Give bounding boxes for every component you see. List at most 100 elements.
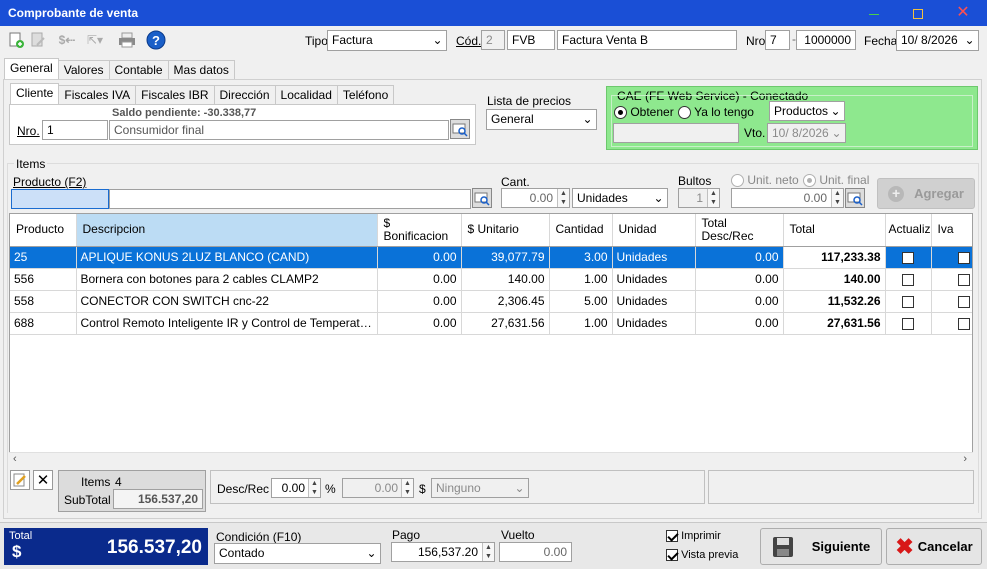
precio-input[interactable]: 0.00 ▲ ▼: [731, 188, 844, 208]
delete-row-button[interactable]: ✕: [33, 470, 53, 490]
pago-input[interactable]: 156,537.20 ▲ ▼: [391, 542, 495, 562]
cell-descripcion[interactable]: Bornera con botones para 2 cables CLAMP2: [76, 268, 378, 291]
col-producto[interactable]: Producto: [10, 214, 77, 247]
imprimir-checkbox[interactable]: Imprimir: [666, 530, 721, 543]
cell-total[interactable]: 27,631.56: [783, 312, 886, 335]
cell-unitario[interactable]: 140.00: [461, 268, 550, 291]
unit-final-radio-button[interactable]: [803, 174, 816, 188]
currency-button[interactable]: $⇠: [55, 30, 79, 50]
cell-desc-rec[interactable]: 0.00: [695, 268, 784, 291]
cell-producto[interactable]: 556: [10, 268, 77, 291]
cell-unidad[interactable]: Unidades: [612, 290, 696, 313]
tab-fiscales-ibr[interactable]: Fiscales IBR: [135, 85, 215, 104]
scroll-left-icon[interactable]: ‹: [13, 453, 17, 465]
producto-search-button[interactable]: [472, 188, 492, 208]
bultos-input[interactable]: 1 ▲ ▼: [678, 188, 720, 208]
cell-iva[interactable]: [931, 268, 972, 291]
table-row[interactable]: 558 CONECTOR CON SWITCH cnc-22 0.00 2,30…: [10, 290, 972, 313]
desc-rec-type-select[interactable]: Ninguno ⌄: [431, 478, 529, 498]
cell-unidad[interactable]: Unidades: [612, 246, 696, 269]
cell-unitario[interactable]: 2,306.45: [461, 290, 550, 313]
cell-actualiz[interactable]: [885, 312, 932, 335]
spinner-icon[interactable]: ▲ ▼: [831, 189, 843, 207]
nro-number-field[interactable]: 1000000: [796, 30, 856, 50]
vista-previa-checkbox[interactable]: Vista previa: [666, 549, 738, 562]
tab-fiscales-iva[interactable]: Fiscales IVA: [58, 85, 137, 104]
cell-unidad[interactable]: Unidades: [612, 268, 696, 291]
actualiz-checkbox[interactable]: [902, 273, 914, 286]
yalotengo-radio[interactable]: Ya lo tengo: [678, 105, 754, 120]
cell-cantidad[interactable]: 3.00: [549, 246, 613, 269]
cell-descripcion[interactable]: APLIQUE KONUS 2LUZ BLANCO (CAND): [76, 246, 378, 269]
cell-desc-rec[interactable]: 0.00: [695, 312, 784, 335]
edit-row-button[interactable]: [10, 470, 30, 490]
horizontal-scrollbar[interactable]: ‹ ›: [9, 452, 973, 467]
fecha-picker[interactable]: 10/ 8/2026 ⌄: [896, 30, 979, 51]
cod-number-field[interactable]: 2: [481, 30, 505, 50]
cell-iva[interactable]: [931, 290, 972, 313]
col-descripcion[interactable]: Descripcion: [76, 214, 378, 247]
col-total-desc-rec[interactable]: Total Desc/Rec: [695, 214, 784, 247]
print-button[interactable]: [117, 30, 137, 50]
cell-cantidad[interactable]: 5.00: [549, 290, 613, 313]
cell-desc-rec[interactable]: 0.00: [695, 290, 784, 313]
actualiz-checkbox[interactable]: [902, 317, 914, 330]
col-unidad[interactable]: Unidad: [612, 214, 696, 247]
cell-producto[interactable]: 558: [10, 290, 77, 313]
tab-cliente[interactable]: Cliente: [10, 83, 60, 104]
table-row[interactable]: 688 Control Remoto Inteligente IR y Cont…: [10, 312, 972, 335]
cell-cantidad[interactable]: 1.00: [549, 312, 613, 335]
cell-bonificacion[interactable]: 0.00: [377, 268, 462, 291]
col-cantidad[interactable]: Cantidad: [549, 214, 613, 247]
cell-unitario[interactable]: 27,631.56: [461, 312, 550, 335]
cell-bonificacion[interactable]: 0.00: [377, 246, 462, 269]
cell-actualiz[interactable]: [885, 268, 932, 291]
cell-cantidad[interactable]: 1.00: [549, 268, 613, 291]
tab-contable[interactable]: Contable: [108, 60, 169, 79]
obtener-radio[interactable]: Obtener: [614, 105, 674, 120]
scroll-right-icon[interactable]: ›: [963, 453, 967, 465]
minimize-button[interactable]: [864, 3, 884, 23]
iva-checkbox[interactable]: [957, 273, 970, 286]
unit-neto-radio[interactable]: Unit. neto: [731, 173, 799, 188]
cell-descripcion[interactable]: Control Remoto Inteligente IR y Control …: [76, 312, 378, 335]
iva-checkbox[interactable]: [957, 317, 970, 330]
export-button[interactable]: ⇱▾: [82, 30, 108, 50]
cant-input[interactable]: 0.00 ▲ ▼: [501, 188, 570, 208]
cae-type-select[interactable]: Productos ⌄: [769, 101, 845, 121]
iva-checkbox[interactable]: [957, 295, 970, 308]
col-actualiz[interactable]: Actualiz: [885, 214, 932, 247]
col-total[interactable]: Total: [783, 214, 886, 247]
imprimir-check-box[interactable]: [666, 530, 678, 543]
lista-precios-select[interactable]: General ⌄: [486, 109, 597, 130]
tab-valores[interactable]: Valores: [57, 60, 110, 79]
table-row[interactable]: 556 Bornera con botones para 2 cables CL…: [10, 268, 972, 291]
col-iva[interactable]: Iva: [931, 214, 972, 247]
cell-actualiz[interactable]: [885, 290, 932, 313]
maximize-button[interactable]: [908, 3, 928, 23]
yalotengo-radio-button[interactable]: [678, 106, 691, 120]
vto-picker[interactable]: 10/ 8/2026 ⌄: [767, 123, 846, 143]
spinner-icon[interactable]: ▲ ▼: [482, 543, 494, 561]
client-nro-field[interactable]: 1: [42, 120, 108, 140]
precio-search-button[interactable]: [845, 188, 865, 208]
cell-total[interactable]: 140.00: [783, 268, 886, 291]
spinner-icon[interactable]: ▲ ▼: [707, 189, 719, 207]
close-button[interactable]: ✕: [953, 3, 973, 23]
client-search-button[interactable]: [450, 119, 470, 139]
cell-unitario[interactable]: 39,077.79: [461, 246, 550, 269]
desc-rec-pct-input[interactable]: 0.00 ▲ ▼: [271, 478, 321, 498]
producto-code-input[interactable]: [11, 189, 109, 209]
cell-descripcion[interactable]: CONECTOR CON SWITCH cnc-22: [76, 290, 378, 313]
siguiente-button[interactable]: Siguiente: [760, 528, 882, 565]
cell-producto[interactable]: 688: [10, 312, 77, 335]
tab-mas-datos[interactable]: Mas datos: [167, 60, 235, 79]
cell-iva[interactable]: [931, 246, 972, 269]
cell-total[interactable]: 11,532.26: [783, 290, 886, 313]
cell-actualiz[interactable]: [885, 246, 932, 269]
cell-total[interactable]: 117,233.38: [783, 246, 886, 269]
new-document-button[interactable]: [6, 30, 26, 50]
agregar-button[interactable]: + Agregar: [877, 178, 975, 209]
cell-bonificacion[interactable]: 0.00: [377, 290, 462, 313]
cancelar-button[interactable]: ✖ Cancelar: [886, 528, 982, 565]
